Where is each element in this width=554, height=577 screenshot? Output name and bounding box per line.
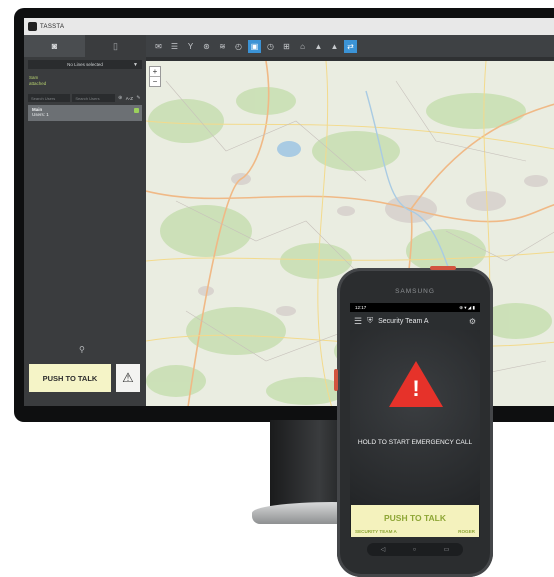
chevron-down-icon: ▼ [133, 61, 138, 68]
map-toolbar: ✉ ☰ Y ⊛ ≋ ◴ ▣ ◷ ⊞ ⌂ ▲ ▲ ⇄ [146, 35, 554, 57]
emergency-instruction: HOLD TO START EMERGENCY CALL [357, 439, 473, 446]
top-emergency-key[interactable] [430, 266, 456, 270]
phone-nav-bar: ◁ ○ ▭ [367, 543, 463, 556]
status-icons: ⊕ ▾ ◢ ▮ [459, 304, 475, 310]
push-to-talk-button[interactable]: PUSH TO TALK [29, 364, 111, 392]
tree-item-main[interactable]: Main Users: 1 [28, 105, 142, 121]
settings-icon[interactable]: ⊕ [117, 94, 124, 102]
mail-icon[interactable]: ✉ [152, 40, 165, 53]
exclamation-icon: ! [412, 376, 420, 401]
window-titlebar: TASSTA [24, 18, 554, 35]
group-title: Security Team A [378, 317, 429, 325]
gear-icon[interactable]: ⊛ [200, 40, 213, 53]
search-row: Search Users Search Users ⊕ A-Z ✎ [28, 94, 142, 102]
sort-button[interactable]: A-Z [126, 96, 133, 101]
ptt-user: ROGER [458, 529, 475, 534]
headset-icon[interactable]: ◙ [24, 35, 85, 57]
map-icon[interactable]: ▣ [248, 39, 261, 53]
channel-select-value: No Lines selected [67, 62, 103, 67]
phone-header: ☰ ⛨ Security Team A ⚙ [350, 312, 480, 330]
edit-icon[interactable]: ✎ [135, 94, 142, 102]
route-icon[interactable]: ⇄ [344, 39, 357, 53]
zoom-out-button[interactable]: − [150, 76, 160, 86]
signal-icon[interactable]: Y [184, 40, 197, 53]
clock-icon[interactable]: ◷ [264, 40, 277, 53]
online-indicator-icon [134, 108, 139, 113]
person-icon[interactable]: ⚲ [79, 345, 85, 354]
search-input[interactable]: Search Users [28, 94, 71, 102]
history-icon[interactable]: ◴ [232, 40, 245, 53]
recent-apps-icon[interactable]: ▭ [444, 546, 450, 553]
emergency-warning-icon[interactable]: ⚠ [116, 364, 140, 392]
gear-icon[interactable]: ⚙ [469, 317, 476, 326]
app-title: TASSTA [40, 23, 65, 30]
sidebar-tabs: ◙ ▯ [24, 35, 146, 57]
map-zoom-control: + − [149, 66, 161, 87]
phone-status-bar: 12:17 ⊕ ▾ ◢ ▮ [350, 303, 480, 312]
walkie-talkie-icon[interactable]: ▯ [85, 35, 146, 57]
smartphone: SAMSUNG 12:17 ⊕ ▾ ◢ ▮ ☰ ⛨ Security Team … [334, 266, 493, 577]
grid-icon[interactable]: ⊞ [280, 40, 293, 53]
zoom-in-button[interactable]: + [150, 67, 160, 76]
tree-item-sub: Users: 1 [32, 112, 49, 117]
ptt-group: SECURITY TEAM A [355, 529, 397, 534]
home-icon[interactable]: ○ [413, 547, 417, 553]
status-time: 12:17 [355, 305, 367, 310]
user-status: Sam attached [29, 75, 146, 87]
shield-icon: ⛨ [367, 316, 374, 325]
home-icon[interactable]: ⌂ [296, 40, 309, 53]
sidebar: ◙ ▯ No Lines selected ▼ Sam attached Sea… [24, 35, 146, 406]
phone-push-to-talk-button[interactable]: PUSH TO TALK SECURITY TEAM A ROGER [351, 505, 479, 537]
dispatch-icon[interactable]: ≋ [216, 40, 229, 53]
list-icon[interactable]: ☰ [168, 40, 181, 53]
menu-icon[interactable]: ☰ [354, 316, 362, 327]
search-input-secondary[interactable]: Search Users [72, 94, 115, 102]
ptt-info: SECURITY TEAM A ROGER [355, 529, 475, 534]
emergency-call-area[interactable]: ! HOLD TO START EMERGENCY CALL [350, 330, 480, 505]
phone-brand: SAMSUNG [395, 288, 435, 295]
ptt-side-key[interactable] [334, 369, 338, 391]
user-status-state: attached [29, 81, 47, 86]
cloud-icon[interactable]: ▲ [328, 40, 341, 53]
phone-screen: 12:17 ⊕ ▾ ◢ ▮ ☰ ⛨ Security Team A ⚙ ! HO… [350, 303, 480, 537]
layers-icon[interactable]: ▲ [312, 40, 325, 53]
back-icon[interactable]: ◁ [381, 546, 386, 553]
app-logo-icon [28, 22, 37, 31]
channel-select[interactable]: No Lines selected ▼ [28, 60, 142, 69]
ptt-label: PUSH TO TALK [383, 513, 447, 523]
